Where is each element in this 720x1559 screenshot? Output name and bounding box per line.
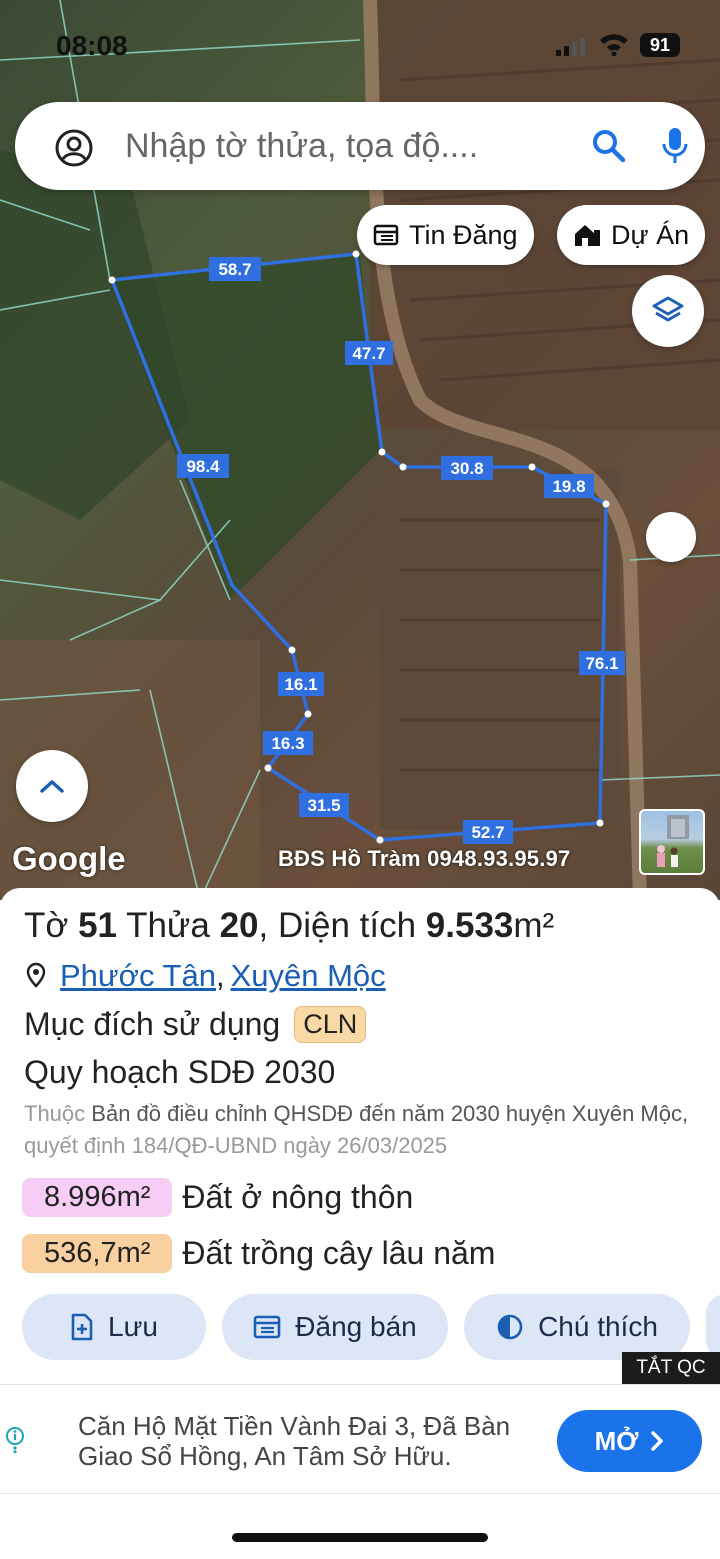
svg-text:19.8: 19.8 <box>552 477 585 496</box>
post-sale-label: Đăng bán <box>295 1311 417 1342</box>
land-use-purpose: Mục đích sử dụng CLN <box>24 1006 367 1043</box>
svg-text:76.1: 76.1 <box>585 654 618 673</box>
calendar-icon <box>373 224 399 246</box>
svg-text:30.8: 30.8 <box>450 459 483 478</box>
microphone-icon[interactable] <box>660 126 690 166</box>
edge-label: 16.3 <box>263 731 313 755</box>
ad-open-label: MỞ <box>594 1425 639 1456</box>
ad-info-icon[interactable] <box>4 1427 26 1453</box>
satellite-map[interactable]: 58.7 47.7 98.4 30.8 19.8 76.1 16.1 16.3 … <box>0 0 720 900</box>
layers-button[interactable] <box>632 275 704 347</box>
purpose-label: Mục đích sử dụng <box>24 1006 281 1042</box>
legend-label: Chú thích <box>538 1311 658 1342</box>
status-time: 08:08 <box>56 30 128 61</box>
zone-name: Đất trồng cây lâu năm <box>182 1235 496 1271</box>
location-separator: , <box>215 958 225 993</box>
edge-label: 76.1 <box>579 651 625 675</box>
listings-button[interactable]: Tin Đăng <box>357 205 534 265</box>
status-bar: 08:08 91 <box>0 0 720 90</box>
post-sale-button[interactable]: Đăng bán <box>222 1294 448 1360</box>
wifi-icon <box>600 34 628 56</box>
zone-area-chip: 8.996m² <box>22 1178 173 1217</box>
district-link[interactable]: Xuyên Mộc <box>231 958 386 994</box>
edge-label: 52.7 <box>463 820 513 844</box>
parcel-title: Tờ 51 Thửa 20, Diện tích 9.533m² <box>24 906 555 945</box>
edge-label: 19.8 <box>544 474 594 498</box>
chevron-up-icon <box>40 780 64 793</box>
chevron-right-icon <box>651 1431 664 1451</box>
ward-link[interactable]: Phước Tân <box>60 958 216 994</box>
add-document-icon <box>71 1313 93 1341</box>
map-watermark: BĐS Hồ Tràm 0948.93.95.97 <box>278 846 571 871</box>
plan-title: Quy hoạch SDĐ 2030 <box>24 1054 336 1090</box>
zone-row: 8.996m² Đất ở nông thôn <box>22 1178 413 1217</box>
edge-label: 58.7 <box>209 257 261 281</box>
svg-text:16.3: 16.3 <box>271 734 304 753</box>
ad-text: Căn Hộ Mặt Tiền Vành Đai 3, Đã Bàn Giao … <box>78 1411 578 1471</box>
layers-icon <box>652 296 684 322</box>
svg-text:31.5: 31.5 <box>307 796 340 815</box>
edge-label: 98.4 <box>177 454 229 478</box>
account-icon[interactable] <box>55 129 93 167</box>
edge-label: 31.5 <box>299 793 349 817</box>
edge-label: 30.8 <box>441 456 493 480</box>
parcel-info-panel: Tờ 51 Thửa 20, Diện tích 9.533m² Phước T… <box>0 888 720 1388</box>
listings-label: Tin Đăng <box>409 219 518 250</box>
legend-button[interactable]: Chú thích <box>464 1294 690 1360</box>
purpose-code-badge: CLN <box>294 1006 367 1043</box>
projects-label: Dự Án <box>611 219 690 250</box>
svg-text:52.7: 52.7 <box>471 823 504 842</box>
svg-text:16.1: 16.1 <box>284 675 317 694</box>
edge-label: 16.1 <box>278 672 324 696</box>
building-icon <box>575 225 600 246</box>
ad-banner[interactable]: Căn Hộ Mặt Tiền Vành Đai 3, Đã Bàn Giao … <box>0 1384 720 1494</box>
search-icon[interactable] <box>591 128 627 164</box>
action-buttons: Lưu Đăng bán Chú thích <box>22 1294 720 1362</box>
google-logo: Google <box>12 840 126 877</box>
battery-indicator: 91 <box>640 33 680 57</box>
street-view-thumbnail[interactable] <box>639 809 705 875</box>
save-button[interactable]: Lưu <box>22 1294 206 1360</box>
contrast-icon <box>497 1314 523 1340</box>
location-pin-icon <box>26 962 46 988</box>
close-ad-button[interactable]: TẮT QC <box>622 1352 720 1384</box>
save-label: Lưu <box>108 1311 158 1342</box>
zone-area-chip: 536,7m² <box>22 1234 173 1273</box>
search-bar <box>15 102 705 190</box>
plan-description: Thuộc Bản đồ điều chỉnh QHSDĐ đến năm 20… <box>24 1101 689 1158</box>
zone-row: 536,7m² Đất trồng cây lâu năm <box>22 1234 495 1273</box>
more-actions-button[interactable] <box>706 1294 720 1360</box>
projects-button[interactable]: Dự Án <box>557 205 706 265</box>
search-input[interactable] <box>125 122 565 170</box>
ad-line-1: Căn Hộ Mặt Tiền Vành Đai 3, Đã Bàn <box>78 1411 511 1441</box>
map-handle-button[interactable] <box>646 512 696 562</box>
ad-open-button[interactable]: MỞ <box>557 1410 702 1472</box>
ad-line-2: Giao Sổ Hồng, An Tâm Sở Hữu. <box>78 1441 452 1471</box>
home-indicator[interactable] <box>232 1533 488 1542</box>
expand-up-button[interactable] <box>16 750 88 822</box>
edge-label: 47.7 <box>345 341 393 365</box>
svg-text:98.4: 98.4 <box>186 457 220 476</box>
svg-text:58.7: 58.7 <box>218 260 251 279</box>
svg-text:47.7: 47.7 <box>352 344 385 363</box>
calendar-icon <box>253 1315 281 1339</box>
cellular-signal-icon <box>556 38 585 56</box>
street-view-photo <box>657 815 689 867</box>
parcel-location: Phước Tân , Xuyên Mộc <box>24 958 386 994</box>
zone-name: Đất ở nông thôn <box>182 1179 414 1215</box>
